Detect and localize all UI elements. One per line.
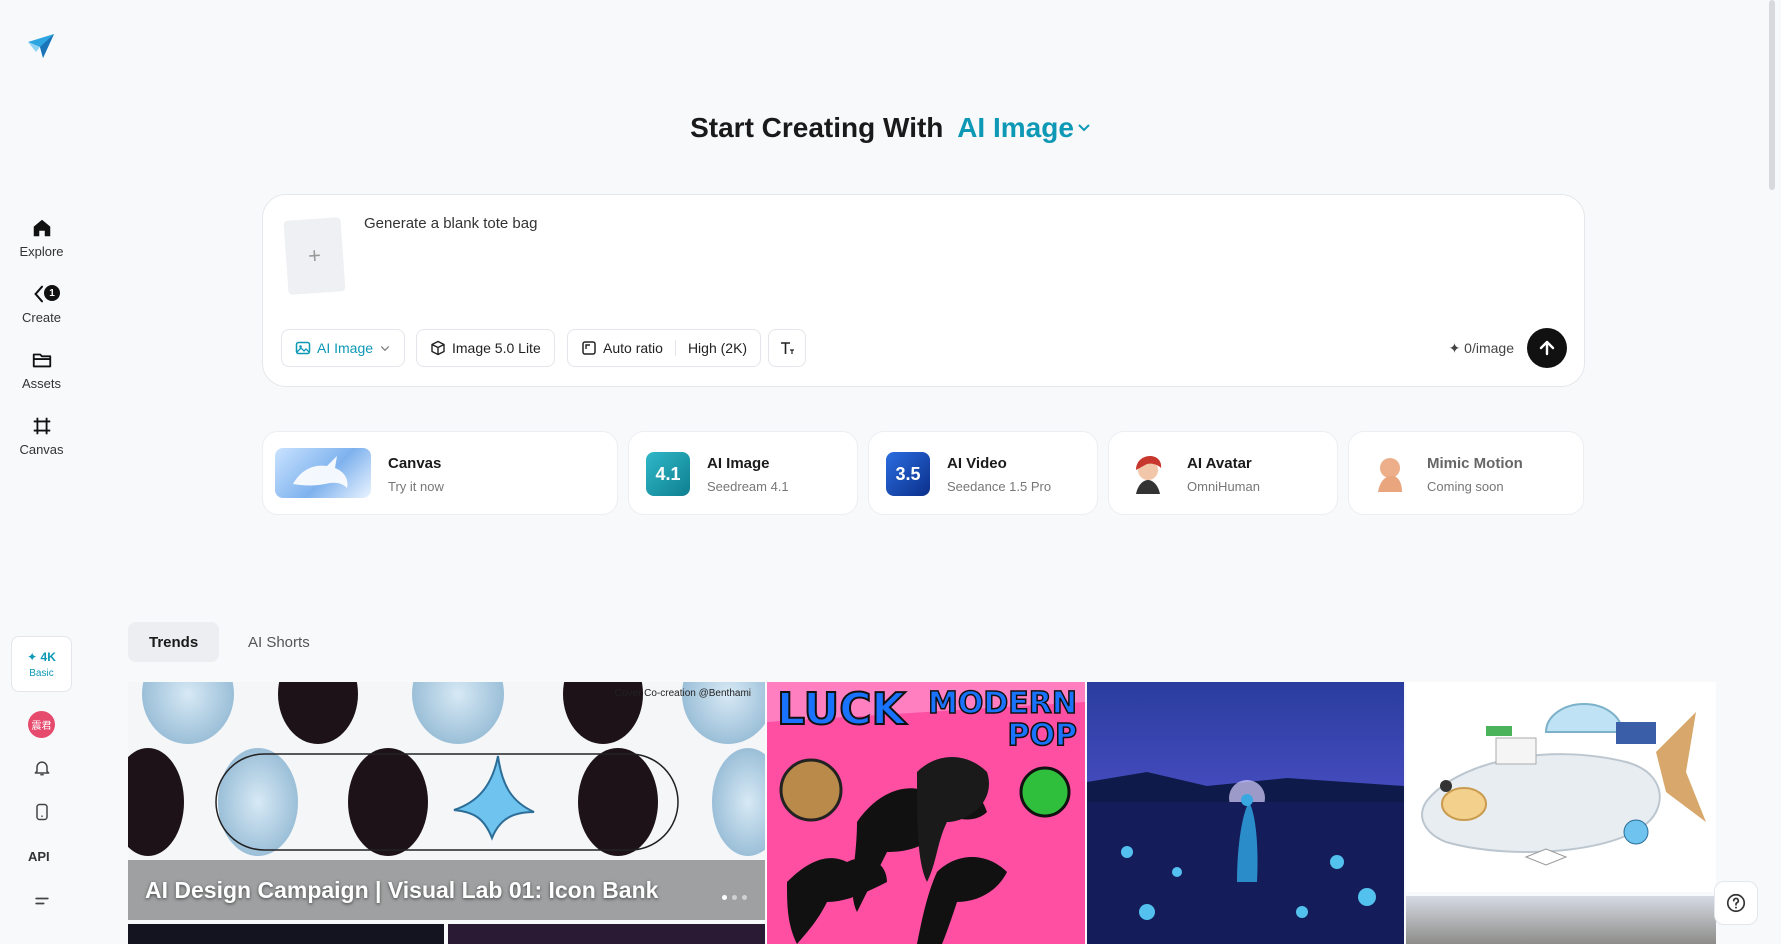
- arrow-up-icon: [1539, 340, 1555, 356]
- ratio-label: Auto ratio: [603, 340, 663, 356]
- quality-label: High (2K): [687, 340, 748, 356]
- feature-card-ai-image[interactable]: 4.1 AI Image Seedream 4.1: [628, 431, 858, 515]
- text-style-button[interactable]: [768, 329, 806, 367]
- sidebar-item-label: Explore: [19, 244, 64, 259]
- prompt-input[interactable]: Generate a blank tote bag: [364, 215, 537, 232]
- fish-island-artwork: [1421, 703, 1706, 866]
- page-title: Start Creating With AI Image: [0, 112, 1781, 144]
- aspect-ratio-icon: [582, 341, 596, 355]
- help-button[interactable]: [1714, 881, 1758, 925]
- feature-card-ai-video[interactable]: 3.5 AI Video Seedance 1.5 Pro: [868, 431, 1098, 515]
- luck-text: LUCK: [776, 683, 907, 736]
- sidebar-item-canvas[interactable]: Canvas: [0, 415, 83, 457]
- luck-modern-pop-tile[interactable]: LUCK MODERN POP: [767, 682, 1085, 944]
- mimic-motion-thumbnail: [1366, 452, 1410, 496]
- carousel-dots[interactable]: [722, 895, 747, 900]
- mode-dropdown[interactable]: AI Image: [281, 329, 406, 367]
- ai-avatar-thumbnail: [1126, 452, 1170, 496]
- feature-subtitle: Coming soon: [1427, 479, 1504, 494]
- ai-video-thumbnail: 3.5: [886, 452, 930, 496]
- gallery-tile[interactable]: [128, 924, 444, 944]
- feature-card-mimic-motion[interactable]: Mimic Motion Coming soon: [1348, 431, 1584, 515]
- feature-subtitle: Seedream 4.1: [707, 479, 789, 494]
- title-prefix: Start Creating With: [690, 112, 944, 143]
- page-scrollbar[interactable]: [1769, 0, 1775, 190]
- tab-ai-shorts[interactable]: AI Shorts: [227, 622, 331, 662]
- create-badge: 1: [44, 285, 60, 301]
- app-logo[interactable]: [26, 30, 56, 60]
- lotus-lake-artwork: [1087, 682, 1404, 944]
- cover-credit: Cover Co-creation @Benthami: [614, 688, 751, 699]
- ratio-quality-selector[interactable]: Auto ratio High (2K): [567, 329, 762, 367]
- home-icon: [33, 219, 50, 237]
- gallery-tile[interactable]: [448, 924, 765, 944]
- ai-image-thumbnail: 4.1: [646, 452, 690, 496]
- lotus-night-tile[interactable]: [1087, 682, 1404, 944]
- plan-label: Basic: [29, 667, 54, 679]
- send-button[interactable]: [1527, 328, 1567, 368]
- feature-title: Canvas: [388, 455, 442, 472]
- sidebar-item-create[interactable]: 1 Create: [0, 283, 83, 325]
- sidebar-item-assets[interactable]: Assets: [0, 349, 83, 391]
- cube-icon: [431, 340, 445, 356]
- mobile-app-icon[interactable]: [31, 801, 53, 823]
- mode-selector[interactable]: AI Image: [957, 112, 1074, 143]
- text-format-icon: [781, 342, 794, 354]
- credits-amount: ✦ 4K: [27, 649, 56, 664]
- folder-icon: [32, 353, 51, 368]
- feature-subtitle: OmniHuman: [1187, 479, 1260, 494]
- gallery-tile[interactable]: [1406, 896, 1716, 944]
- feature-card-ai-avatar[interactable]: AI Avatar OmniHuman: [1108, 431, 1338, 515]
- cost-per-image: ✦ 0/image: [1448, 340, 1514, 356]
- logo-icon: [28, 34, 54, 58]
- canvas-thumbnail: [275, 448, 371, 498]
- model-label: Image 5.0 Lite: [452, 340, 541, 356]
- credits-badge[interactable]: ✦ 4K Basic: [11, 636, 72, 692]
- feature-title: AI Image: [707, 455, 770, 472]
- image-icon: [295, 341, 311, 355]
- feature-card-canvas[interactable]: Canvas Try it now: [262, 431, 618, 515]
- feature-subtitle: Seedance 1.5 Pro: [947, 479, 1052, 494]
- featured-campaign-card[interactable]: Cover Co-creation @Benthami AI Design Ca…: [128, 682, 765, 920]
- mode-label: AI Image: [317, 340, 374, 356]
- sidebar-item-label: Create: [21, 310, 62, 325]
- chevron-down-icon: [380, 346, 390, 352]
- chevron-down-icon[interactable]: [1077, 120, 1091, 134]
- campaign-title: AI Design Campaign | Visual Lab 01: Icon…: [145, 877, 659, 903]
- prompt-box: + Generate a blank tote bag AI Image Ima…: [262, 194, 1585, 387]
- api-link[interactable]: API: [28, 849, 50, 864]
- avatar[interactable]: 震君: [28, 711, 55, 738]
- feature-title: AI Avatar: [1187, 455, 1252, 472]
- sidebar-item-explore[interactable]: Explore: [0, 217, 83, 259]
- feature-title: Mimic Motion: [1427, 455, 1523, 472]
- sidebar-item-label: Assets: [21, 376, 61, 391]
- menu-icon[interactable]: [31, 890, 53, 912]
- model-selector[interactable]: Image 5.0 Lite: [416, 329, 555, 367]
- feature-title: AI Video: [947, 455, 1007, 472]
- tab-trends[interactable]: Trends: [128, 622, 220, 662]
- notification-bell-icon[interactable]: [31, 757, 53, 779]
- upload-reference-button[interactable]: +: [283, 217, 346, 295]
- sidebar-item-label: Canvas: [19, 442, 64, 457]
- help-icon: [1726, 893, 1746, 913]
- canvas-icon: [33, 417, 50, 435]
- fish-island-tile[interactable]: [1406, 682, 1716, 892]
- feature-subtitle: Try it now: [388, 479, 444, 494]
- modern-pop-text: MODERN POP: [927, 686, 1077, 753]
- chip-divider: [674, 340, 676, 356]
